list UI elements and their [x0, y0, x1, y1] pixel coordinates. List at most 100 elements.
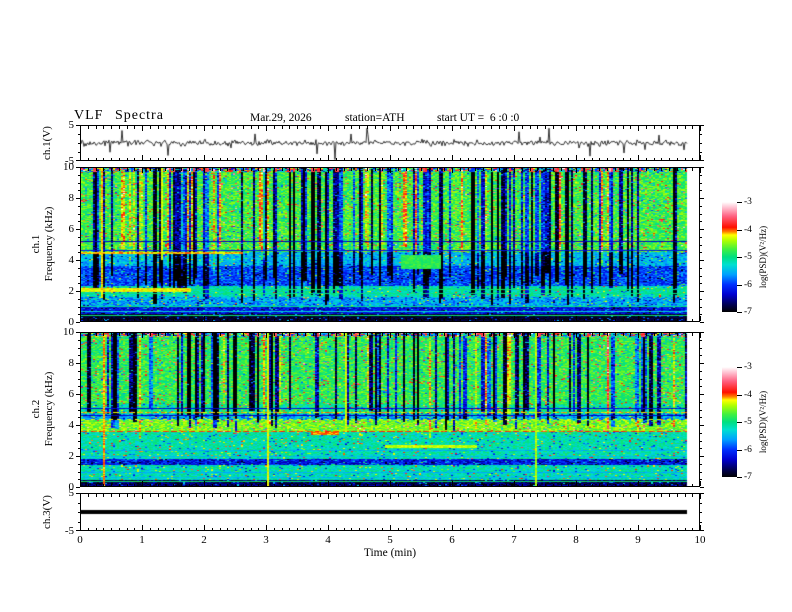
- y-tick: [78, 401, 80, 403]
- x-tick: [273, 527, 275, 530]
- x-tick: [142, 525, 143, 530]
- x-tick: [165, 333, 167, 336]
- y-tick: [76, 198, 80, 199]
- x-tick: [95, 318, 97, 321]
- x-tick: [676, 494, 678, 497]
- x-tick: [258, 333, 260, 336]
- x-tick: [475, 494, 477, 497]
- x-tick: [273, 168, 275, 171]
- x-tick: [180, 157, 182, 160]
- x-tick: [397, 333, 399, 336]
- x-tick: [692, 483, 694, 486]
- x-tick: [219, 168, 221, 171]
- x-tick: [421, 494, 422, 497]
- x-tick: [211, 126, 213, 129]
- x-tick: [320, 494, 322, 497]
- x-tick: [599, 126, 601, 129]
- colorbar-ch2: [722, 367, 737, 477]
- x-tick: [390, 155, 391, 160]
- y-tick: [700, 152, 702, 153]
- x-tick: [421, 157, 422, 160]
- x-tick: [514, 525, 515, 530]
- x-tick: [452, 168, 453, 173]
- x-tick: [304, 527, 306, 530]
- x-tick: [343, 333, 345, 336]
- y-tick: [78, 432, 80, 434]
- x-tick: [335, 527, 337, 530]
- x-tick: [297, 527, 298, 530]
- x-tick: [312, 126, 314, 129]
- x-tick: [444, 126, 446, 129]
- x-tick: [87, 483, 89, 486]
- x-tick-label: 10: [694, 534, 706, 546]
- x-tick: [258, 527, 260, 530]
- y-tick: [78, 440, 80, 442]
- x-tick: [87, 168, 89, 171]
- x-tick: [211, 483, 213, 486]
- x-tick: [335, 168, 337, 171]
- x-tick: [552, 168, 554, 171]
- x-tick: [157, 318, 159, 321]
- y-tick: [76, 229, 80, 230]
- x-tick: [320, 168, 322, 171]
- x-tick: [204, 525, 205, 530]
- x-tick: [514, 494, 515, 499]
- x-tick: [374, 126, 376, 129]
- x-tick: [343, 494, 345, 497]
- x-tick: [95, 126, 97, 129]
- x-tick: [459, 333, 461, 336]
- x-tick: [149, 483, 151, 486]
- x-tick: [529, 527, 531, 530]
- x-tick: [560, 157, 562, 160]
- x-tick: [591, 126, 593, 129]
- x-tick: [428, 527, 430, 530]
- ch2-frequency-axis-label: ch.2 Frequency (kHz): [30, 372, 56, 447]
- colorbar-tick: [737, 257, 742, 258]
- y-tick: [700, 401, 702, 403]
- x-tick: [568, 527, 570, 530]
- x-tick: [653, 126, 655, 129]
- x-tick: [351, 126, 353, 129]
- x-tick: [390, 333, 391, 338]
- y-tick: [78, 283, 80, 285]
- voltage-tick-label: -5: [64, 525, 74, 537]
- x-tick: [351, 168, 353, 171]
- y-tick: [700, 370, 702, 372]
- voltage-tick-label: 5: [68, 119, 75, 131]
- x-tick: [118, 168, 120, 171]
- y-tick: [78, 502, 80, 504]
- colorbar-tick-label: -3: [744, 197, 752, 207]
- ch2-frequency-axis-label-line2: Frequency (kHz): [43, 371, 55, 447]
- y-tick: [78, 174, 80, 176]
- y-tick: [76, 394, 80, 395]
- x-tick: [676, 483, 678, 486]
- x-tick: [173, 333, 174, 336]
- x-tick: [622, 483, 624, 486]
- x-tick: [80, 126, 81, 131]
- x-tick: [235, 157, 236, 160]
- x-tick: [134, 168, 136, 171]
- x-tick: [452, 316, 453, 321]
- x-tick: [700, 126, 701, 131]
- x-tick: [180, 527, 182, 530]
- x-tick: [483, 157, 484, 160]
- y-tick: [700, 471, 702, 473]
- x-tick: [351, 527, 353, 530]
- x-tick: [95, 333, 97, 336]
- x-tick: [142, 155, 143, 160]
- header-date: Mar.29, 2026: [250, 112, 312, 124]
- x-tick: [521, 157, 523, 160]
- x-tick: [545, 157, 546, 160]
- x-tick: [80, 494, 81, 499]
- y-tick: [700, 252, 702, 254]
- x-tick: [700, 481, 701, 486]
- x-tick: [351, 494, 353, 497]
- x-tick: [397, 527, 399, 530]
- x-tick: [359, 494, 360, 497]
- x-tick: [227, 157, 229, 160]
- x-tick: [436, 494, 438, 497]
- x-tick: [180, 494, 182, 497]
- x-tick: [630, 483, 632, 486]
- y-tick: [78, 339, 80, 341]
- x-tick: [204, 481, 205, 486]
